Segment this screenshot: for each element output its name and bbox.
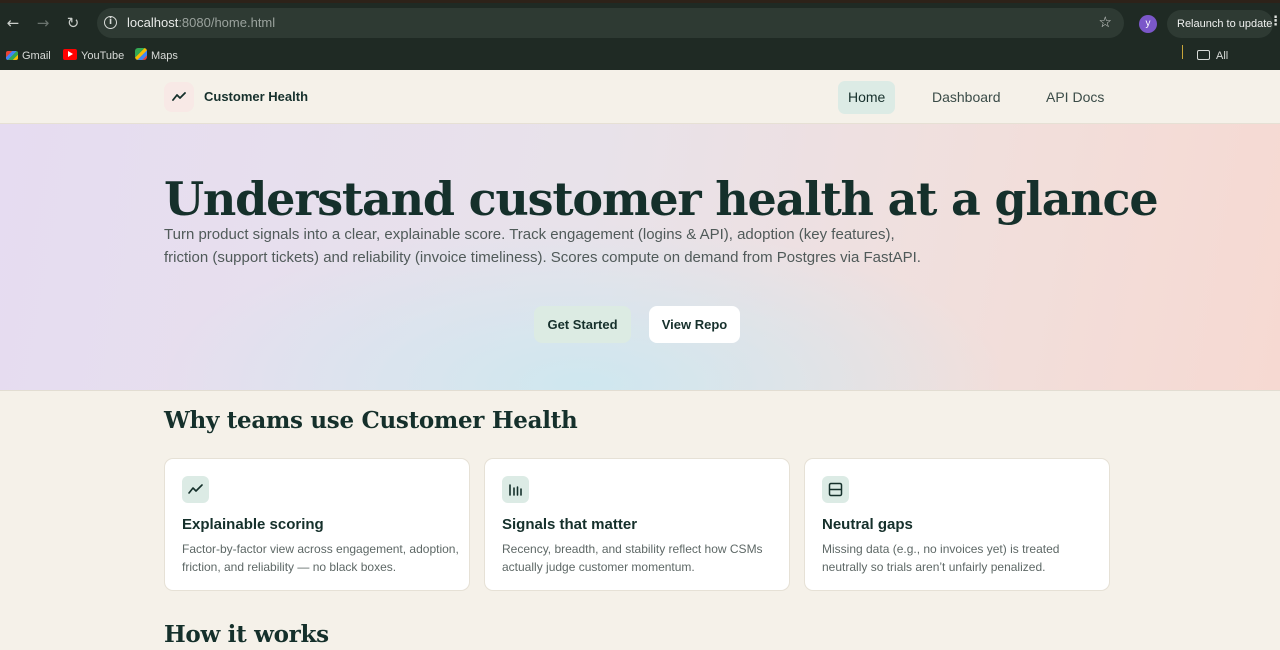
nav-dashboard[interactable]: Dashboard [922,81,1011,114]
feature-card-desc: Missing data (e.g., no invoices yet) is … [822,542,1060,574]
feature-card-desc: Factor-by-factor view across engagement,… [182,542,459,574]
site-header: Customer Health Home Dashboard API Docs [0,70,1280,124]
maps-icon [135,48,147,60]
trend-line-icon [182,476,209,503]
panel-icon [822,476,849,503]
hero-subtitle: Turn product signals into a clear, expla… [164,223,944,269]
browser-toolbar: ← → ↻ i localhost:8080/home.html ☆ y Rel… [0,0,1280,42]
nav-home[interactable]: Home [838,81,896,114]
feature-card-title: Signals that matter [502,516,638,533]
profile-avatar[interactable]: y [1139,15,1157,33]
back-arrow-icon[interactable]: ← [3,13,23,33]
bookmarks-divider [1182,45,1183,59]
bookmark-youtube[interactable]: YouTube [63,46,124,66]
get-started-button[interactable]: Get Started [534,306,631,343]
hero-subtitle-line: friction (support tickets) and reliabili… [164,249,921,266]
feature-card-desc: Recency, breadth, and stability reflect … [502,542,763,574]
feature-card: Signals that matter Recency, breadth, an… [484,458,790,591]
hero-subtitle-line: Turn product signals into a clear, expla… [164,226,895,243]
feature-card: Explainable scoring Factor-by-factor vie… [164,458,470,591]
folder-icon [1197,50,1210,60]
feature-card-title: Neutral gaps [822,516,913,533]
youtube-icon [63,49,77,60]
view-repo-button[interactable]: View Repo [649,306,740,343]
brand-name[interactable]: Customer Health [204,89,308,104]
nav-api-docs[interactable]: API Docs [1036,81,1114,114]
bookmark-star-icon[interactable]: ☆ [1099,13,1112,31]
relaunch-button[interactable]: Relaunch to update [1167,10,1273,38]
reload-icon[interactable]: ↻ [63,13,83,33]
hero-title: Understand customer health at a glance [164,172,1159,226]
features-title: Why teams use Customer Health [164,407,578,434]
address-url[interactable]: localhost:8080/home.html [127,15,275,30]
bookmark-maps[interactable]: Maps [135,46,178,66]
feature-card: Neutral gaps Missing data (e.g., no invo… [804,458,1110,591]
bookmark-gmail[interactable]: Gmail [6,46,51,66]
brand-logo-icon[interactable] [164,82,194,112]
all-bookmarks[interactable]: All Bookmarks [1197,46,1280,82]
how-it-works-title: How it works [164,621,329,648]
gmail-icon [6,51,18,60]
site-info-icon[interactable]: i [104,16,117,29]
bookmarks-bar: Gmail YouTube Maps All Bookmarks [0,42,1280,82]
hero-section: Understand customer health at a glance T… [0,124,1280,391]
feature-card-title: Explainable scoring [182,516,324,533]
forward-arrow-icon[interactable]: → [33,13,53,33]
bar-signals-icon [502,476,529,503]
browser-menu-icon[interactable]: ⋮ [1269,14,1280,29]
address-bar[interactable]: i localhost:8080/home.html ☆ [97,8,1124,38]
